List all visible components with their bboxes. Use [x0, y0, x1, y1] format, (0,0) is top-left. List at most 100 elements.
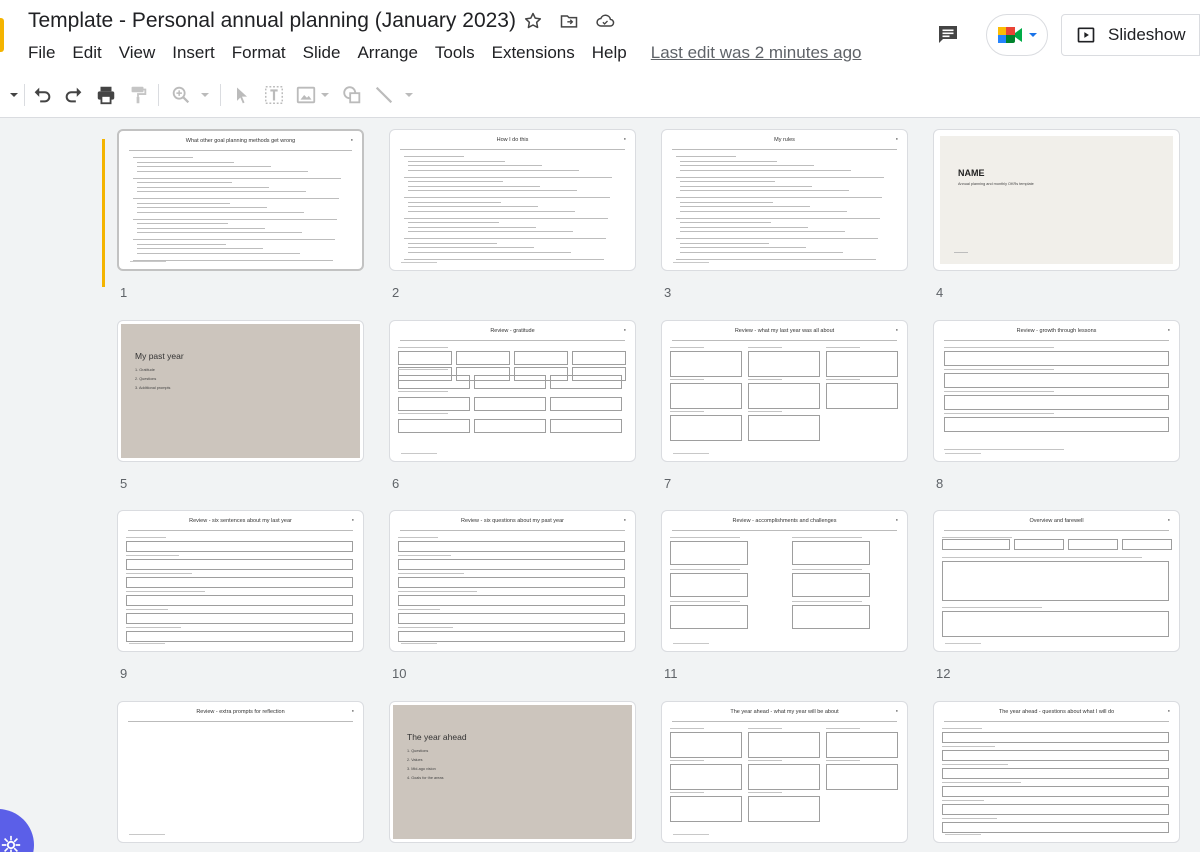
- paint-format-icon[interactable]: [126, 83, 150, 107]
- comments-button[interactable]: [933, 20, 963, 48]
- last-edit-link[interactable]: Last edit was 2 minutes ago: [651, 43, 862, 63]
- image-dropdown[interactable]: [318, 83, 332, 107]
- answer-box: [944, 417, 1169, 432]
- answer-box: [398, 397, 470, 411]
- answer-box: [942, 804, 1169, 815]
- text-line: [408, 181, 503, 183]
- menu-view[interactable]: View: [119, 43, 156, 63]
- text-line: [137, 186, 269, 188]
- slide-thumbnail[interactable]: My rules ●: [661, 129, 908, 271]
- slide-thumbnail[interactable]: NAME Annual planning and monthly OKRs tem…: [933, 129, 1180, 271]
- line-dropdown[interactable]: [402, 83, 416, 107]
- slide-item: 3. Additional prompts: [135, 386, 171, 390]
- cloud-status-icon[interactable]: [594, 10, 616, 32]
- answer-box: [1068, 539, 1118, 550]
- menu-file[interactable]: File: [28, 43, 55, 63]
- slide-title: What other goal planning methods get wro…: [185, 138, 296, 144]
- line-icon[interactable]: [372, 83, 396, 107]
- slide-thumbnail[interactable]: What other goal planning methods get wro…: [117, 129, 364, 271]
- image-icon[interactable]: [294, 83, 318, 107]
- footer-credit: [945, 452, 981, 454]
- shape-icon[interactable]: [340, 83, 364, 107]
- text-box-icon[interactable]: [262, 83, 286, 107]
- answer-box: [942, 822, 1169, 833]
- text-line: [137, 166, 271, 168]
- menu-format[interactable]: Format: [232, 43, 286, 63]
- text-line: [133, 157, 193, 159]
- answer-box: [572, 351, 626, 365]
- slide-item: 3. Mid-ago vision: [407, 767, 436, 771]
- slide-thumbnail[interactable]: Review - what my last year was all about…: [661, 320, 908, 462]
- area-label: [748, 760, 782, 762]
- slide-title: My past year: [135, 351, 184, 361]
- slide-thumbnail[interactable]: Review - extra prompts for reflection ●: [117, 701, 364, 843]
- slide-thumbnail[interactable]: Review - gratitude ●: [389, 320, 636, 462]
- slide-thumbnail[interactable]: Review - six questions about my past yea…: [389, 510, 636, 652]
- comments-icon: [939, 26, 957, 43]
- slide-title: Overview and farewell: [1029, 518, 1084, 524]
- footer-credit: [673, 642, 709, 644]
- new-slide-dropdown[interactable]: [6, 83, 22, 107]
- prompt-label: [942, 818, 997, 820]
- text-line: [137, 202, 230, 204]
- slide-title: The year ahead - questions about what I …: [998, 709, 1115, 715]
- text-line: [680, 160, 777, 162]
- slide-thumbnail[interactable]: The year ahead 1. Questions 2. Values 3. Mi…: [389, 701, 636, 843]
- star-icon[interactable]: [522, 10, 544, 32]
- answer-box: [1122, 539, 1172, 550]
- slide-thumbnail[interactable]: Review - accomplishments and challenges ●: [661, 510, 908, 652]
- select-icon[interactable]: [230, 83, 254, 107]
- title-rule: [400, 530, 625, 531]
- text-line: [408, 185, 540, 187]
- answer-box: [398, 375, 470, 389]
- answer-box: [398, 559, 625, 570]
- slide-thumbnail[interactable]: How I do this ●: [389, 129, 636, 271]
- slide-thumbnail[interactable]: Review - six sentences about my last yea…: [117, 510, 364, 652]
- slide-number: 1: [120, 285, 128, 300]
- area-box: [748, 383, 820, 409]
- text-line: [404, 176, 612, 178]
- slide-thumbnail[interactable]: Overview and farewell ●: [933, 510, 1180, 652]
- text-line: [404, 238, 606, 240]
- document-title[interactable]: Template - Personal annual planning (Jan…: [28, 9, 516, 33]
- answer-box: [474, 375, 546, 389]
- meet-button[interactable]: [986, 14, 1048, 56]
- prompt-label: [944, 347, 1054, 349]
- slide-marker: ●: [623, 136, 626, 141]
- menu-extensions[interactable]: Extensions: [492, 43, 575, 63]
- menu-help[interactable]: Help: [592, 43, 627, 63]
- toolbar: [0, 72, 1200, 118]
- menu-tools[interactable]: Tools: [435, 43, 475, 63]
- print-icon[interactable]: [94, 83, 118, 107]
- title-rule: [944, 530, 1169, 531]
- slide-thumbnail[interactable]: Review - growth through lessons ●: [933, 320, 1180, 462]
- slide-number: 8: [936, 476, 944, 491]
- answer-box: [398, 541, 625, 552]
- answer-box: [942, 561, 1169, 601]
- slide-thumbnail[interactable]: The year ahead - what my year will be ab…: [661, 701, 908, 843]
- move-to-folder-icon[interactable]: [558, 10, 580, 32]
- menu-edit[interactable]: Edit: [72, 43, 101, 63]
- slide-thumbnail[interactable]: The year ahead - questions about what I …: [933, 701, 1180, 843]
- text-line: [133, 198, 339, 200]
- menu-insert[interactable]: Insert: [172, 43, 215, 63]
- undo-icon[interactable]: [30, 83, 54, 107]
- menu-arrange[interactable]: Arrange: [357, 43, 417, 63]
- slide-title: Review - what my last year was all about: [734, 328, 835, 334]
- slides-logo[interactable]: [0, 18, 4, 52]
- title-rule: [400, 340, 625, 341]
- title-rule: [672, 149, 897, 150]
- slide-thumbnail[interactable]: My past year 1. Gratitude 2. Questions 3. A…: [117, 320, 364, 462]
- zoom-dropdown[interactable]: [198, 83, 212, 107]
- prompt-label: [398, 369, 448, 371]
- prompt-label: [398, 391, 448, 393]
- slideshow-button[interactable]: Slideshow: [1061, 14, 1200, 56]
- text-line: [408, 201, 501, 203]
- title-rule: [400, 149, 625, 150]
- redo-icon[interactable]: [62, 83, 86, 107]
- slide-marker: ●: [1167, 517, 1170, 522]
- menu-slide[interactable]: Slide: [303, 43, 341, 63]
- zoom-icon[interactable]: [168, 83, 194, 107]
- slide-marker: ●: [350, 137, 353, 142]
- text-line: [680, 201, 773, 203]
